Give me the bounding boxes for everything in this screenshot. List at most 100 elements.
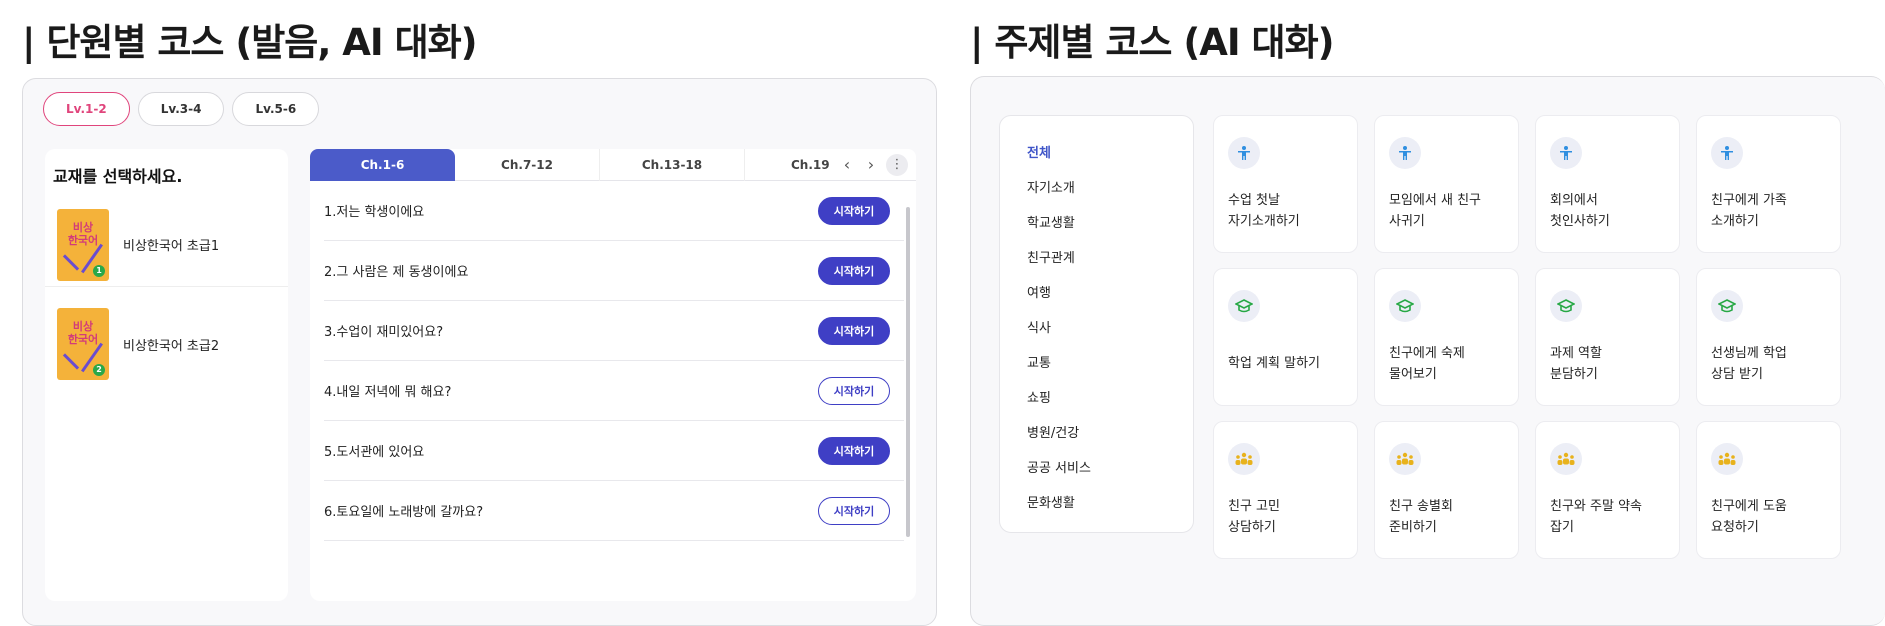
category-meal[interactable]: 식사 [1027,317,1051,336]
level-badge-icon: 2 [93,364,105,376]
topic-card[interactable]: 친구 고민상담하기 [1213,421,1358,559]
lesson-title: 2.그 사람은 제 동생이에요 [324,265,469,280]
category-transport[interactable]: 교통 [1027,352,1051,371]
chevron-right-icon[interactable]: › [862,155,880,174]
topic-card-line2: 상담하기 [1228,520,1276,535]
category-sidebar: 전체 자기소개 학교생활 친구관계 여행 식사 교통 쇼핑 병원/건강 공공 서… [999,115,1194,533]
topic-card-line1: 수업 첫날 [1228,193,1280,208]
topic-card[interactable]: 과제 역할분담하기 [1535,268,1680,406]
topic-card-line1: 친구에게 도움 [1711,499,1787,514]
tab-ch-1-6[interactable]: Ch.1-6 [310,149,455,181]
topic-card[interactable]: 회의에서첫인사하기 [1535,115,1680,253]
topic-card[interactable]: 친구에게 도움요청하기 [1696,421,1841,559]
category-all[interactable]: 전체 [1027,142,1051,161]
textbook-heading: 교재를 선택하세요. [53,167,183,186]
level-tab-1-2[interactable]: Lv.1-2 [43,92,130,126]
topic-card-label: 회의에서첫인사하기 [1550,190,1675,232]
person-icon [1389,137,1421,169]
start-button[interactable]: 시작하기 [818,496,890,525]
topic-card-line1: 모임에서 새 친구 [1389,193,1481,208]
group-icon [1550,443,1582,475]
person-icon [1711,137,1743,169]
start-button[interactable]: 시작하기 [818,196,890,225]
more-vertical-icon[interactable]: ⋮ [886,153,908,176]
topic-card-line2: 소개하기 [1711,214,1759,229]
category-self-intro[interactable]: 자기소개 [1027,177,1075,196]
textbook-list: 교재를 선택하세요. 비상 한국어 1 비상한국어 초급1 비상 한국어 2 비… [45,149,288,601]
level-tabs: Lv.1-2 Lv.3-4 Lv.5-6 [43,92,320,126]
category-hospital-health[interactable]: 병원/건강 [1027,422,1079,441]
topic-card-line1: 과제 역할 [1550,346,1602,361]
topic-card[interactable]: 선생님께 학업 상담 받기 [1696,268,1841,406]
graduation-cap-icon [1228,290,1260,322]
topic-card[interactable]: 친구에게 숙제물어보기 [1374,268,1519,406]
group-icon [1389,443,1421,475]
book-cover-text: 비상 한국어 [67,220,99,247]
topic-card[interactable]: 친구에게 가족 소개하기 [1696,115,1841,253]
level-badge-icon: 1 [93,264,105,277]
topic-card-line2: 자기소개하기 [1228,214,1300,229]
lesson-row: 5.도서관에 있어요 시작하기 [324,421,904,481]
topic-card-line2: 분담하기 [1550,367,1598,382]
lesson-title: 4.내일 저녁에 뭐 해요? [324,385,452,400]
textbook-item[interactable]: 비상 한국어 2 비상한국어 초급2 [45,302,288,386]
book-cover: 비상 한국어 2 [57,308,109,380]
topic-card[interactable]: 친구 송별회 준비하기 [1374,421,1519,559]
person-icon [1550,137,1582,169]
topic-card[interactable]: 친구와 주말 약속 잡기 [1535,421,1680,559]
graduation-cap-icon [1550,290,1582,322]
topic-card-label: 친구와 주말 약속 잡기 [1550,496,1675,538]
tab-ch-7-12[interactable]: Ch.7-12 [455,149,600,181]
topic-card-label: 선생님께 학업 상담 받기 [1711,343,1836,385]
chapter-tabs: Ch.1-6 Ch.7-12 Ch.13-18 Ch.19 ‹ › ⋮ [310,149,916,181]
topic-card[interactable]: 수업 첫날자기소개하기 [1213,115,1358,253]
textbook-item[interactable]: 비상 한국어 1 비상한국어 초급1 [45,203,288,287]
topic-card-line2: 요청하기 [1711,520,1759,535]
lesson-scrollbar[interactable] [906,207,910,537]
chevron-left-icon[interactable]: ‹ [838,155,856,174]
topic-card-label: 학업 계획 말하기 [1228,353,1353,374]
category-school-life[interactable]: 학교생활 [1027,212,1075,231]
group-icon [1711,443,1743,475]
topic-card-label: 친구 송별회 준비하기 [1389,496,1514,538]
topic-card-line2: 물어보기 [1389,367,1437,382]
book-cover: 비상 한국어 1 [57,208,109,281]
start-button[interactable]: 시작하기 [818,436,890,465]
level-tab-3-4[interactable]: Lv.3-4 [137,92,225,126]
lesson-row: 1.저는 학생이에요 시작하기 [324,181,904,241]
topic-card-label: 친구에게 가족 소개하기 [1711,190,1836,232]
topic-card[interactable]: 학업 계획 말하기 [1213,268,1358,406]
category-travel[interactable]: 여행 [1027,282,1051,301]
topic-course-panel: 전체 자기소개 학교생활 친구관계 여행 식사 교통 쇼핑 병원/건강 공공 서… [970,76,1885,626]
category-shopping[interactable]: 쇼핑 [1027,387,1051,406]
unit-course-panel: Lv.1-2 Lv.3-4 Lv.5-6 교재를 선택하세요. 비상 한국어 1… [22,78,937,626]
lesson-list: 1.저는 학생이에요 시작하기 2.그 사람은 제 동생이에요 시작하기 3.수… [310,181,916,601]
lesson-title: 3.수업이 재미있어요? [324,325,444,340]
category-culture[interactable]: 문화생활 [1027,492,1075,511]
topic-card[interactable]: 모임에서 새 친구 사귀기 [1374,115,1519,253]
person-icon [1228,137,1260,169]
tab-ch-13-18[interactable]: Ch.13-18 [600,149,745,181]
topic-card-label: 모임에서 새 친구 사귀기 [1389,190,1514,232]
start-button[interactable]: 시작하기 [818,256,890,285]
topic-card-line2: 상담 받기 [1711,367,1763,382]
group-icon [1228,443,1260,475]
topic-card-line1: 친구에게 숙제 [1389,346,1465,361]
category-friendship[interactable]: 친구관계 [1027,247,1075,266]
start-button[interactable]: 시작하기 [818,316,890,345]
topic-course-title: | 주제별 코스 (AI 대화) [970,21,1335,64]
topic-card-line1: 친구 고민 [1228,499,1280,514]
lesson-row: 3.수업이 재미있어요? 시작하기 [324,301,904,361]
topic-card-line1: 친구와 주말 약속 [1550,499,1642,514]
tab-ch-19[interactable]: Ch.19 [745,149,830,181]
category-public-service[interactable]: 공공 서비스 [1027,457,1091,476]
unit-course-title: | 단원별 코스 (발음, AI 대화) [22,21,478,64]
topic-card-label: 수업 첫날자기소개하기 [1228,190,1353,232]
start-button[interactable]: 시작하기 [818,376,890,405]
topic-card-line1: 회의에서 [1550,193,1598,208]
textbook-name: 비상한국어 초급2 [123,338,220,354]
lesson-row: 4.내일 저녁에 뭐 해요? 시작하기 [324,361,904,421]
level-tab-5-6[interactable]: Lv.5-6 [232,92,320,126]
topic-card-line2: 첫인사하기 [1550,214,1610,229]
chapter-panel: Ch.1-6 Ch.7-12 Ch.13-18 Ch.19 ‹ › ⋮ 1.저는… [288,149,918,601]
